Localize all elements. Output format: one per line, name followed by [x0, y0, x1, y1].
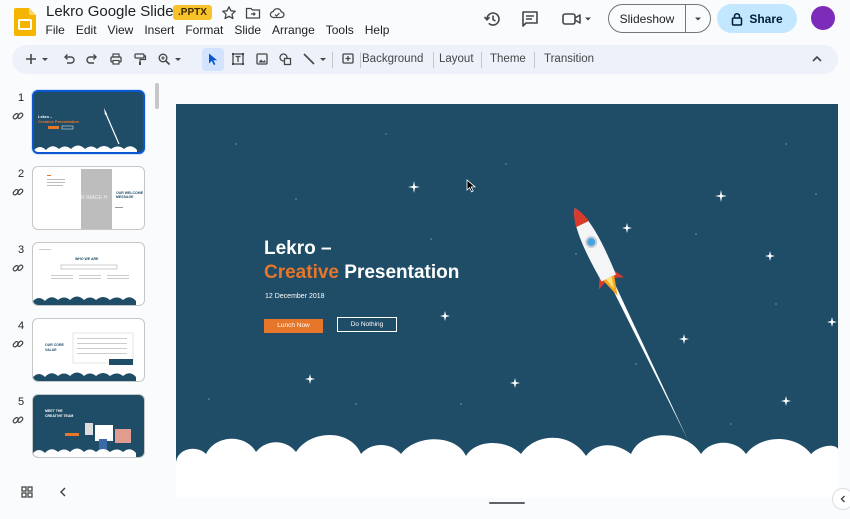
thumb-title-line2: Creative Presentation [38, 119, 80, 124]
zoom-icon[interactable] [157, 52, 171, 66]
slide-title-line2[interactable]: Creative Presentation [264, 262, 459, 284]
paint-format-icon[interactable] [133, 52, 147, 66]
select-cursor-icon[interactable] [206, 52, 220, 66]
menu-help[interactable]: Help [359, 23, 395, 38]
move-to-folder-icon[interactable] [245, 5, 261, 21]
slide-canvas[interactable]: Lekro – Creative Presentation 12 Decembe… [176, 104, 838, 498]
toolbar-divider [534, 52, 535, 68]
toolbar-divider [433, 52, 434, 68]
grid-view-icon[interactable] [20, 485, 34, 499]
menu-tools[interactable]: Tools [320, 23, 359, 38]
slide-title-line1[interactable]: Lekro – [264, 238, 332, 260]
editing-toolbar: Background Layout Theme Transition [12, 45, 838, 74]
slide-artwork [176, 133, 838, 498]
transition-button[interactable]: Transition [544, 53, 594, 65]
chevron-left-icon [840, 495, 845, 503]
slideshow-button[interactable]: Slideshow [609, 12, 685, 26]
thumb-heading: OUR WELCOME MESSAGE [116, 191, 144, 199]
text-box-icon[interactable] [231, 52, 245, 66]
lock-icon [732, 12, 743, 26]
collapse-toolbar-icon[interactable] [810, 52, 824, 66]
thumb-heading: MEET THE CREATIVE TEAM [45, 409, 74, 418]
file-type-badge: .PPTX [173, 5, 212, 20]
slide-primary-cta[interactable]: Lunch Now [264, 319, 323, 333]
linked-slide-icon[interactable] [12, 414, 24, 426]
slideshow-options-button[interactable] [686, 14, 710, 24]
thumbnail-preview [33, 249, 136, 305]
redo-icon[interactable] [85, 52, 99, 66]
linked-slide-icon[interactable] [12, 262, 24, 274]
cloud-status-icon[interactable] [269, 5, 285, 21]
menu-bar: File Edit View Insert Format Slide Arran… [40, 23, 395, 38]
linked-slide-icon[interactable] [12, 186, 24, 198]
toolbar-divider [481, 52, 482, 68]
slide-number: 4 [18, 320, 25, 332]
share-button[interactable]: Share [717, 4, 797, 33]
comments-icon[interactable] [520, 9, 540, 29]
slide-filmstrip: 1 Lekro – Creative Presentation 2 R IMAG… [0, 80, 163, 480]
app-header: Lekro Google Slides .PPTX File Edit View… [0, 0, 850, 44]
collapse-filmstrip-icon[interactable] [57, 485, 69, 499]
meet-video-icon[interactable] [561, 9, 593, 29]
slide-number: 3 [18, 244, 25, 256]
line-icon[interactable] [302, 52, 316, 66]
linked-slide-icon[interactable] [12, 338, 24, 350]
slideshow-button-group: Slideshow [608, 4, 711, 33]
theme-button[interactable]: Theme [490, 53, 526, 65]
canvas-scrollbar[interactable] [489, 502, 525, 504]
slide-thumbnail-4[interactable]: OUR CORE VALUE [32, 318, 145, 382]
layout-button[interactable]: Layout [439, 53, 474, 65]
slide-title-rest: Presentation [339, 262, 460, 283]
slides-logo-icon[interactable] [14, 8, 36, 36]
slide-thumbnail-5[interactable]: MEET THE CREATIVE TEAM [32, 394, 145, 458]
insert-comment-icon[interactable] [341, 52, 355, 66]
new-slide-icon[interactable] [24, 52, 38, 66]
slide-number: 2 [18, 168, 25, 180]
slide-thumbnail-2[interactable]: R IMAGE H OUR WELCOME MESSAGE [32, 166, 145, 230]
slide-thumbnail-3[interactable]: WHO WE ARE [32, 242, 145, 306]
menu-file[interactable]: File [40, 23, 70, 38]
linked-slide-icon[interactable] [12, 110, 24, 122]
menu-slide[interactable]: Slide [229, 23, 267, 38]
slide-thumbnail-1[interactable]: Lekro – Creative Presentation [32, 90, 145, 154]
toolbar-divider [332, 52, 333, 68]
menu-edit[interactable]: Edit [70, 23, 102, 38]
print-icon[interactable] [109, 52, 123, 66]
side-panel-toggle[interactable] [832, 488, 850, 510]
menu-arrange[interactable]: Arrange [267, 23, 321, 38]
history-icon[interactable] [483, 9, 503, 29]
background-button[interactable]: Background [362, 53, 423, 65]
shapes-icon[interactable] [278, 52, 292, 66]
slide-title-accent: Creative [264, 262, 339, 283]
toolbar-divider [360, 52, 361, 68]
undo-icon[interactable] [62, 52, 76, 66]
share-label: Share [749, 11, 783, 26]
thumb-image-label: R IMAGE H [81, 195, 108, 201]
slide-number: 1 [18, 92, 25, 104]
image-icon[interactable] [255, 52, 269, 66]
thumb-heading: WHO WE ARE [75, 257, 99, 261]
zoom-options-icon[interactable] [174, 52, 182, 66]
star-icon[interactable] [221, 5, 237, 21]
slide-number: 5 [18, 396, 25, 408]
thumb-heading: OUR CORE VALUE [45, 343, 64, 352]
slide-secondary-cta[interactable]: Do Nothing [337, 317, 397, 332]
menu-view[interactable]: View [102, 23, 139, 38]
menu-format[interactable]: Format [180, 23, 229, 38]
mouse-cursor-icon [466, 179, 477, 193]
chevron-down-icon [695, 17, 701, 20]
menu-insert[interactable]: Insert [139, 23, 180, 38]
line-options-icon[interactable] [319, 52, 327, 66]
new-slide-options-icon[interactable] [41, 52, 49, 66]
account-avatar[interactable] [811, 6, 835, 30]
document-title[interactable]: Lekro Google Slides [46, 3, 181, 20]
thumbnail-preview [33, 423, 136, 457]
filmstrip-scrollbar[interactable] [155, 83, 159, 109]
slide-date[interactable]: 12 December 2018 [265, 293, 325, 300]
